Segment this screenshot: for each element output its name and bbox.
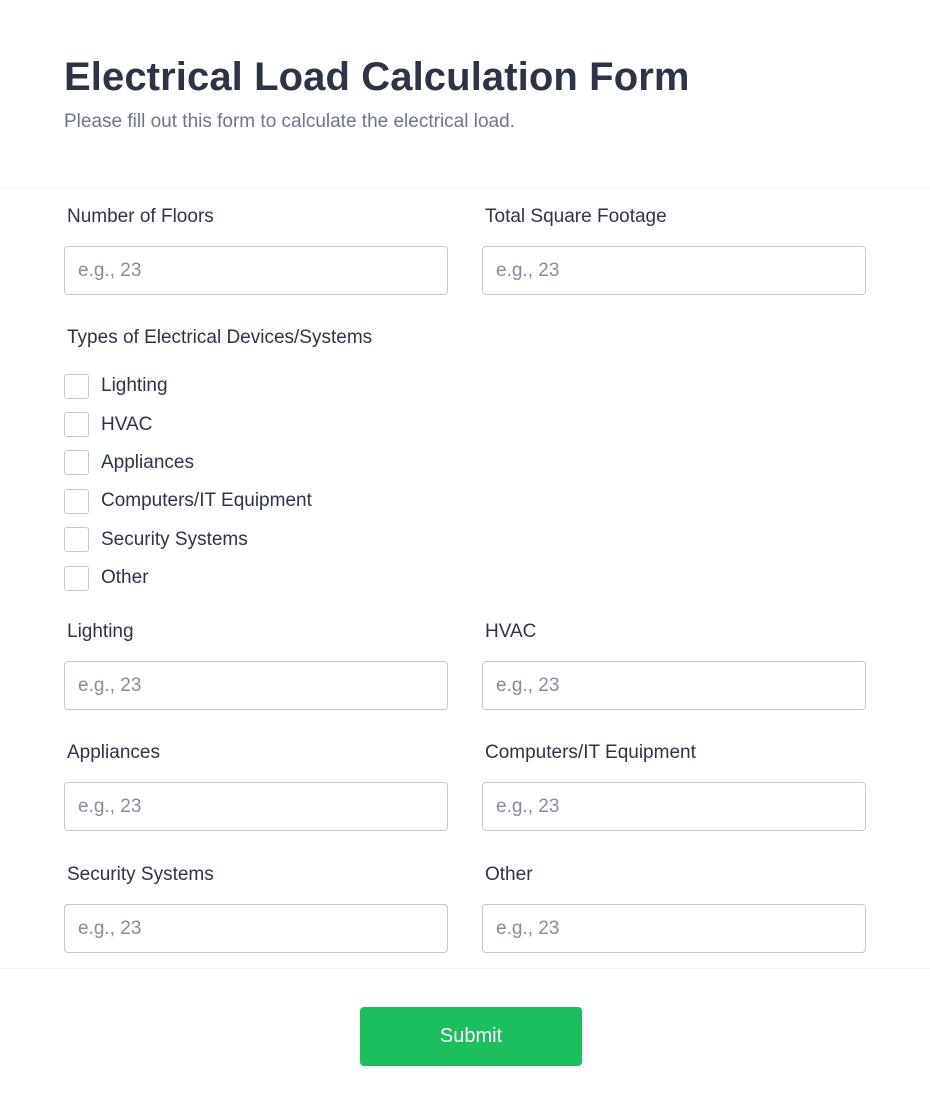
lighting-label: Lighting [67,621,134,642]
checkbox-label[interactable]: HVAC [101,413,152,437]
checkbox-label[interactable]: Computers/IT Equipment [101,489,312,513]
device-types-label: Types of Electrical Devices/Systems [67,327,373,348]
checkbox-option-other[interactable]: Other [64,559,372,597]
checkbox[interactable] [64,565,89,591]
checkbox-option-hvac[interactable]: HVAC [64,405,372,443]
checkbox-label[interactable]: Appliances [101,451,194,475]
square-footage-input[interactable] [482,246,866,295]
lighting-field-group: Lighting [64,620,448,710]
device-types-group: Types of Electrical Devices/Systems Ligh… [64,326,372,597]
lighting-input[interactable] [64,661,448,710]
other-label: Other [485,864,533,885]
floors-field-group: Number of Floors [64,205,448,295]
square-footage-label: Total Square Footage [485,206,667,227]
security-label: Security Systems [67,864,214,885]
form-header: Electrical Load Calculation Form Please … [0,0,930,189]
checkbox-label[interactable]: Other [101,566,149,590]
security-input[interactable] [64,904,448,953]
checkbox-option-lighting[interactable]: Lighting [64,367,372,405]
checkbox[interactable] [64,527,89,553]
appliances-input[interactable] [64,782,448,831]
submit-button[interactable]: Submit [360,1007,582,1066]
computers-input[interactable] [482,782,866,831]
page-subtitle: Please fill out this form to calculate t… [64,111,515,132]
device-types-checkbox-list: Lighting HVAC Appliances Computers/IT Eq… [64,367,372,597]
other-field-group: Other [482,863,866,953]
hvac-input[interactable] [482,661,866,710]
checkbox-option-computers[interactable]: Computers/IT Equipment [64,482,372,520]
checkbox-option-security[interactable]: Security Systems [64,521,372,559]
floors-input[interactable] [64,246,448,295]
floors-label: Number of Floors [67,206,214,227]
computers-field-group: Computers/IT Equipment [482,741,866,831]
checkbox[interactable] [64,450,89,476]
other-input[interactable] [482,904,866,953]
checkbox-label[interactable]: Lighting [101,374,168,398]
checkbox[interactable] [64,412,89,438]
appliances-field-group: Appliances [64,741,448,831]
appliances-label: Appliances [67,742,160,763]
checkbox[interactable] [64,488,89,514]
checkbox-option-appliances[interactable]: Appliances [64,444,372,482]
page-title: Electrical Load Calculation Form [64,55,690,99]
form-body: Number of Floors Total Square Footage Ty… [0,189,930,969]
form-footer: Submit [0,969,930,1115]
checkbox-label[interactable]: Security Systems [101,528,248,552]
computers-label: Computers/IT Equipment [485,742,696,763]
hvac-label: HVAC [485,621,537,642]
security-field-group: Security Systems [64,863,448,953]
square-footage-field-group: Total Square Footage [482,205,866,295]
checkbox[interactable] [64,373,89,399]
hvac-field-group: HVAC [482,620,866,710]
